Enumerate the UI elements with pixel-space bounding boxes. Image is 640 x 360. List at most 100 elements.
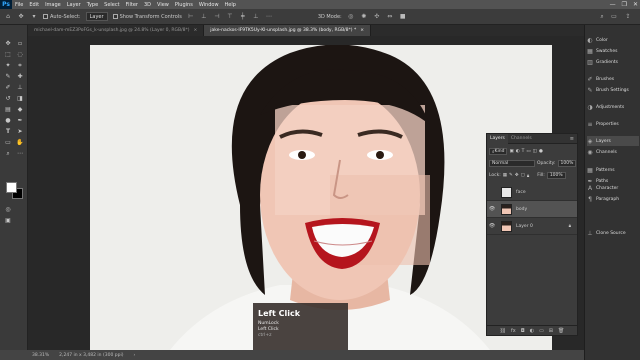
share-icon[interactable]: ⇪ <box>624 13 632 21</box>
roll-3d-icon[interactable]: ✺ <box>360 13 368 21</box>
lock-artboard-icon[interactable]: ▢ <box>521 173 525 178</box>
blur-tool-icon[interactable]: ◆ <box>15 105 25 114</box>
align-left-icon[interactable]: ⊢ <box>187 13 195 21</box>
blend-mode-dropdown[interactable]: Normal <box>489 160 535 167</box>
align-bottom-icon[interactable]: ⊥ <box>252 13 260 21</box>
rectangle-tool-icon[interactable]: ▭ <box>3 138 13 147</box>
dodge-tool-icon[interactable]: ● <box>3 116 13 125</box>
dock-layers[interactable]: ◈ Layers <box>587 136 639 146</box>
healing-brush-icon[interactable]: ✚ <box>15 72 25 81</box>
shape-filter-icon[interactable]: ▭ <box>526 149 530 154</box>
home-icon[interactable]: ⌂ <box>4 13 12 21</box>
lock-all-icon[interactable]: 🔒︎ <box>527 173 529 179</box>
zoom-tool-icon[interactable]: ⌕ <box>3 149 13 158</box>
adjustment-icon[interactable]: ◐ <box>530 328 534 334</box>
menu-help[interactable]: Help <box>222 2 239 8</box>
layer-row-layer0[interactable]: 👁︎ Layer 0 🔒︎ <box>487 218 577 235</box>
chevron-down-icon[interactable]: ▾ <box>30 13 38 21</box>
search-icon[interactable]: ⌕ <box>598 13 606 21</box>
lock-pixels-icon[interactable]: ✎ <box>509 173 513 178</box>
menu-view[interactable]: View <box>154 2 172 8</box>
layer-row-face[interactable]: face <box>487 184 577 201</box>
dock-swatches[interactable]: ▦ Swatches <box>587 46 639 56</box>
eye-icon[interactable]: 👁︎ <box>487 206 497 212</box>
tab-channels[interactable]: Channels <box>508 134 535 144</box>
magic-wand-icon[interactable]: ✦ <box>3 61 13 70</box>
dock-brushes[interactable]: ✐ Brushes <box>587 74 639 84</box>
move-tool-icon[interactable]: ✥ <box>17 13 25 21</box>
show-transform-checkbox[interactable]: Show Transform Controls <box>112 14 182 20</box>
history-brush-icon[interactable]: ↺ <box>3 94 13 103</box>
menu-window[interactable]: Window <box>196 2 222 8</box>
screen-mode-icon[interactable]: ▣ <box>3 216 13 225</box>
dock-clone-source[interactable]: ⊥ Clone Source <box>587 228 639 238</box>
lock-transparent-icon[interactable]: ▦ <box>503 173 507 178</box>
status-arrow-icon[interactable]: › <box>133 353 135 358</box>
menu-select[interactable]: Select <box>101 2 122 8</box>
close-window-button[interactable]: ✕ <box>633 1 638 8</box>
menu-image[interactable]: Image <box>42 2 64 8</box>
menu-edit[interactable]: Edit <box>26 2 42 8</box>
type-tool-icon[interactable]: T <box>3 127 13 136</box>
pen-tool-icon[interactable]: ✒ <box>15 116 25 125</box>
document-tab[interactable]: michael-dam-mEZ3PoFGs_k-unsplash.jpg @ 2… <box>28 25 205 36</box>
link-icon[interactable]: ⛓︎ <box>500 328 506 334</box>
more-tools-icon[interactable]: ⋯ <box>15 149 25 158</box>
auto-select-dropdown[interactable]: Layer <box>85 12 108 21</box>
quick-mask-icon[interactable]: ◎ <box>3 205 13 214</box>
workspace-icon[interactable]: ▭ <box>610 13 618 21</box>
menu-filter[interactable]: Filter <box>123 2 141 8</box>
slide-3d-icon[interactable]: ⇔ <box>386 13 394 21</box>
document-tab-active[interactable]: jake-nackos-IF9TK5Uy-KI-unsplash.jpg @ 3… <box>204 25 372 36</box>
minimize-button[interactable]: — <box>610 1 616 8</box>
dock-character[interactable]: A Character <box>587 183 639 193</box>
artboard-tool-icon[interactable]: ▫ <box>15 39 25 48</box>
layer-row-body[interactable]: 👁︎ body <box>487 201 577 218</box>
orbit-3d-icon[interactable]: ◎ <box>347 13 355 21</box>
more-options-icon[interactable]: ⋯ <box>265 13 273 21</box>
dock-brush-settings[interactable]: ✎ Brush Settings <box>587 85 639 95</box>
camera-3d-icon[interactable]: ■ <box>399 13 407 21</box>
eyedropper-icon[interactable]: ✎ <box>3 72 13 81</box>
smart-filter-icon[interactable]: ◫ <box>533 149 537 154</box>
mask-icon[interactable]: ◘ <box>521 328 525 334</box>
opacity-input[interactable]: 100% <box>557 160 577 167</box>
kind-filter-dropdown[interactable]: ⌕ Kind <box>489 148 508 155</box>
eye-icon[interactable]: 👁︎ <box>487 223 497 229</box>
menu-type[interactable]: Type <box>84 2 101 8</box>
menu-file[interactable]: File <box>12 2 26 8</box>
trash-icon[interactable]: 🗑︎ <box>558 328 564 334</box>
align-middle-icon[interactable]: ╪ <box>239 13 247 21</box>
dock-paragraph[interactable]: ¶ Paragraph <box>587 194 639 204</box>
close-icon[interactable]: × <box>194 28 198 33</box>
close-icon[interactable]: × <box>360 28 364 33</box>
dock-adjustments[interactable]: ◑ Adjustments <box>587 102 639 112</box>
type-filter-icon[interactable]: T <box>522 149 525 154</box>
move-tool-icon[interactable]: ✥ <box>3 39 13 48</box>
menu-3d[interactable]: 3D <box>141 2 154 8</box>
align-right-icon[interactable]: ⊣ <box>213 13 221 21</box>
path-selection-icon[interactable]: ➤ <box>15 127 25 136</box>
pixel-filter-icon[interactable]: ▣ <box>509 149 513 154</box>
gradient-tool-icon[interactable]: ▤ <box>3 105 13 114</box>
dock-properties[interactable]: ≡ Properties <box>587 119 639 129</box>
foreground-color-swatch[interactable] <box>6 182 17 193</box>
dock-gradients[interactable]: ▥ Gradients <box>587 57 639 67</box>
menu-layer[interactable]: Layer <box>64 2 84 8</box>
group-icon[interactable]: ▭ <box>539 328 544 334</box>
align-center-icon[interactable]: ⊥ <box>200 13 208 21</box>
new-layer-icon[interactable]: ⊞ <box>549 328 553 334</box>
menu-plugins[interactable]: Plugins <box>172 2 196 8</box>
fx-icon[interactable]: fx <box>511 328 516 334</box>
adjustment-filter-icon[interactable]: ◐ <box>516 149 520 154</box>
crop-tool-icon[interactable]: ⌗ <box>15 61 25 70</box>
dock-color[interactable]: ◐ Color <box>587 35 639 45</box>
marquee-tool-icon[interactable]: ⬚ <box>3 50 13 59</box>
align-top-icon[interactable]: ⊤ <box>226 13 234 21</box>
auto-select-checkbox[interactable]: Auto-Select: <box>43 14 81 20</box>
pan-3d-icon[interactable]: ✣ <box>373 13 381 21</box>
dock-channels[interactable]: ◉ Channels <box>587 147 639 157</box>
dock-patterns[interactable]: ▦ Patterns <box>587 165 639 175</box>
clone-stamp-icon[interactable]: ⊥ <box>15 83 25 92</box>
brush-tool-icon[interactable]: ✐ <box>3 83 13 92</box>
